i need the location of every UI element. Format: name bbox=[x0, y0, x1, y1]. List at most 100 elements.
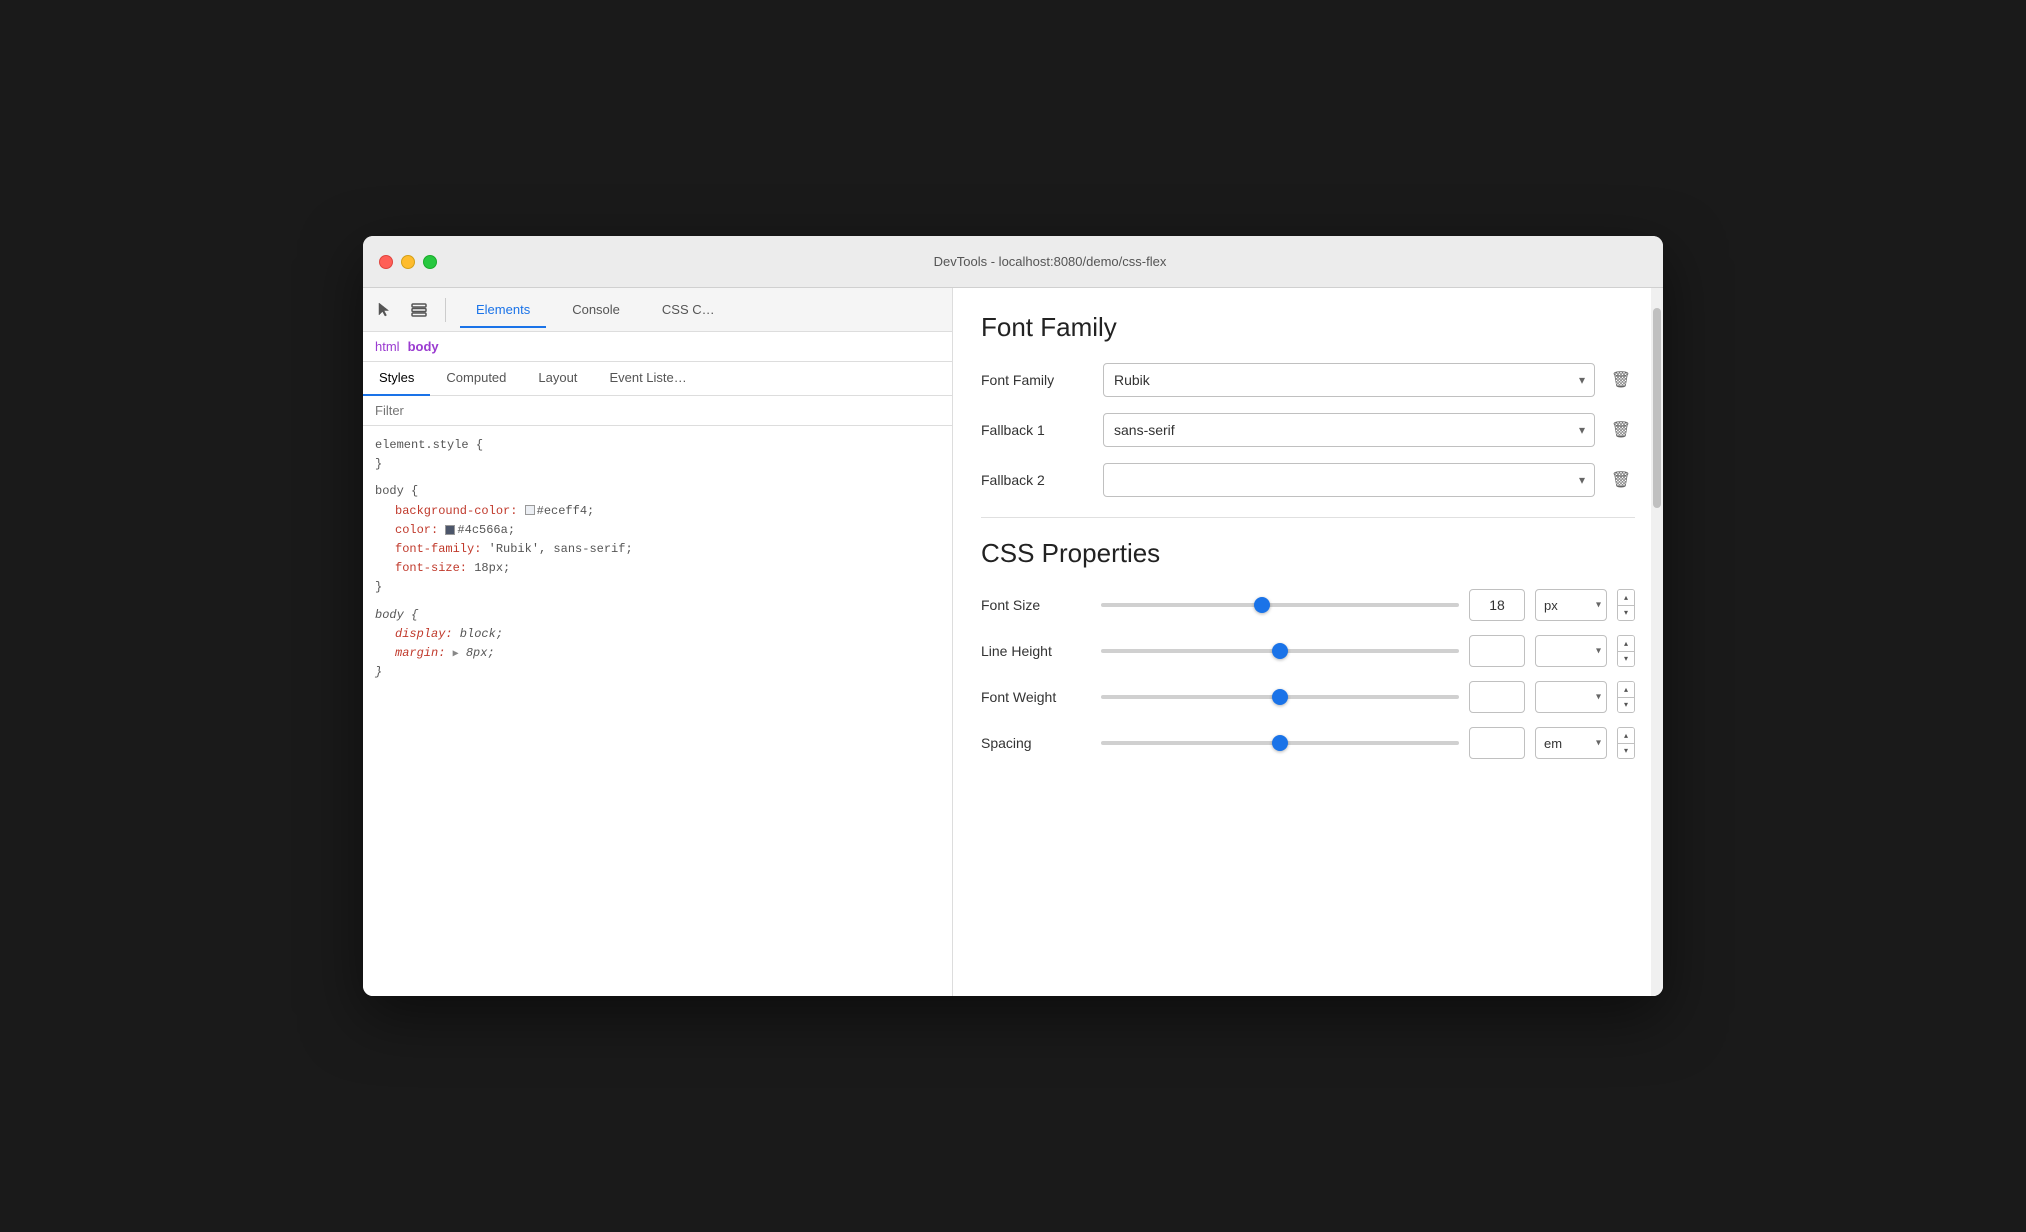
line-height-increment-button[interactable]: ▴ bbox=[1618, 636, 1634, 652]
fallback1-select[interactable]: sans-serif serif monospace bbox=[1103, 413, 1595, 447]
font-weight-increment-button[interactable]: ▴ bbox=[1618, 682, 1634, 698]
left-panel: Elements Console CSS C… html body Styles bbox=[363, 288, 953, 996]
fallback1-select-wrapper: sans-serif serif monospace ▾ bbox=[1103, 413, 1595, 447]
font-family-title: Font Family bbox=[981, 312, 1635, 343]
maximize-button[interactable] bbox=[423, 255, 437, 269]
font-size-input[interactable] bbox=[1469, 589, 1525, 621]
font-size-slider-wrapper[interactable] bbox=[1101, 595, 1459, 615]
tab-elements[interactable]: Elements bbox=[460, 292, 546, 328]
line-height-stepper[interactable]: ▴ ▾ bbox=[1617, 635, 1635, 667]
color-swatch-bg[interactable] bbox=[525, 505, 535, 515]
code-block-body-1: body { background-color: #eceff4; color:… bbox=[375, 482, 940, 597]
fallback2-row: Fallback 2 sans-serif serif ▾ 🗑 bbox=[981, 463, 1635, 497]
line-height-slider-track bbox=[1101, 649, 1459, 653]
scrollbar-track bbox=[1651, 288, 1663, 996]
fallback1-delete-button[interactable]: 🗑 bbox=[1607, 416, 1635, 444]
toolbar-divider bbox=[445, 298, 446, 322]
subtabs: Styles Computed Layout Event Liste… bbox=[363, 362, 952, 396]
line-height-input[interactable] bbox=[1469, 635, 1525, 667]
window-title: DevTools - localhost:8080/demo/css-flex bbox=[453, 254, 1647, 269]
spacing-row: Spacing em px rem ▾ ▴ ▾ bbox=[981, 727, 1635, 759]
tab-console[interactable]: Console bbox=[556, 292, 636, 328]
font-weight-slider-wrapper[interactable] bbox=[1101, 687, 1459, 707]
line-height-unit-select[interactable]: px em bbox=[1535, 635, 1607, 667]
fallback2-select[interactable]: sans-serif serif bbox=[1103, 463, 1595, 497]
right-panel: Font Family Font Family Rubik sans-serif… bbox=[953, 288, 1663, 996]
font-size-increment-button[interactable]: ▴ bbox=[1618, 590, 1634, 606]
line-height-label: Line Height bbox=[981, 643, 1091, 659]
line-height-slider-thumb[interactable] bbox=[1272, 643, 1288, 659]
code-property-margin: margin: ▶ 8px; bbox=[375, 644, 940, 663]
font-family-delete-button[interactable]: 🗑 bbox=[1607, 366, 1635, 394]
close-button[interactable] bbox=[379, 255, 393, 269]
filter-input[interactable] bbox=[375, 403, 940, 418]
fallback2-label: Fallback 2 bbox=[981, 472, 1091, 488]
font-weight-unit-select[interactable]: 100 400 700 bbox=[1535, 681, 1607, 713]
line-height-slider-wrapper[interactable] bbox=[1101, 641, 1459, 661]
font-weight-input[interactable] bbox=[1469, 681, 1525, 713]
code-property-display: display: block; bbox=[375, 625, 940, 644]
devtools-window: DevTools - localhost:8080/demo/css-flex bbox=[363, 236, 1663, 996]
fallback2-delete-button[interactable]: 🗑 bbox=[1607, 466, 1635, 494]
code-area[interactable]: element.style { } body { background-colo… bbox=[363, 426, 952, 996]
spacing-unit-wrapper: em px rem ▾ bbox=[1535, 727, 1607, 759]
line-height-row: Line Height px em ▾ ▴ bbox=[981, 635, 1635, 667]
code-selector-body1: body { bbox=[375, 482, 940, 501]
font-size-slider-thumb[interactable] bbox=[1254, 597, 1270, 613]
code-selector-element: element.style { bbox=[375, 436, 940, 455]
subtab-layout[interactable]: Layout bbox=[522, 362, 593, 396]
font-weight-row: Font Weight 100 400 700 ▾ bbox=[981, 681, 1635, 713]
scrollbar-thumb[interactable] bbox=[1653, 308, 1661, 508]
spacing-label: Spacing bbox=[981, 735, 1091, 751]
subtab-styles[interactable]: Styles bbox=[363, 362, 430, 396]
minimize-button[interactable] bbox=[401, 255, 415, 269]
color-swatch-color[interactable] bbox=[445, 525, 455, 535]
code-selector-body2: body { bbox=[375, 606, 940, 625]
breadcrumb-body[interactable]: body bbox=[408, 339, 439, 354]
spacing-slider-thumb[interactable] bbox=[1272, 735, 1288, 751]
devtools-body: Elements Console CSS C… html body Styles bbox=[363, 288, 1663, 996]
font-size-slider-track bbox=[1101, 603, 1459, 607]
code-close-body2: } bbox=[375, 663, 940, 682]
spacing-decrement-button[interactable]: ▾ bbox=[1618, 744, 1634, 759]
spacing-input[interactable] bbox=[1469, 727, 1525, 759]
line-height-decrement-button[interactable]: ▾ bbox=[1618, 652, 1634, 667]
section-divider bbox=[981, 517, 1635, 518]
code-property-color: color: #4c566a; bbox=[375, 521, 940, 540]
fallback2-select-wrapper: sans-serif serif ▾ bbox=[1103, 463, 1595, 497]
spacing-unit-select[interactable]: em px rem bbox=[1535, 727, 1607, 759]
font-weight-slider-thumb[interactable] bbox=[1272, 689, 1288, 705]
spacing-slider-wrapper[interactable] bbox=[1101, 733, 1459, 753]
code-property-bg: background-color: #eceff4; bbox=[375, 502, 940, 521]
css-properties-title: CSS Properties bbox=[981, 538, 1635, 569]
code-block-element-style: element.style { } bbox=[375, 436, 940, 474]
font-size-row: Font Size px em rem % ▾ bbox=[981, 589, 1635, 621]
font-size-stepper[interactable]: ▴ ▾ bbox=[1617, 589, 1635, 621]
font-weight-decrement-button[interactable]: ▾ bbox=[1618, 698, 1634, 713]
font-size-unit-select[interactable]: px em rem % bbox=[1535, 589, 1607, 621]
breadcrumb-html[interactable]: html bbox=[375, 339, 400, 354]
font-family-row: Font Family Rubik sans-serif serif ▾ 🗑 bbox=[981, 363, 1635, 397]
font-weight-slider-track bbox=[1101, 695, 1459, 699]
titlebar: DevTools - localhost:8080/demo/css-flex bbox=[363, 236, 1663, 288]
font-family-label: Font Family bbox=[981, 372, 1091, 388]
traffic-lights bbox=[379, 255, 437, 269]
font-family-select[interactable]: Rubik sans-serif serif bbox=[1103, 363, 1595, 397]
cursor-icon[interactable] bbox=[373, 298, 397, 322]
fallback1-label: Fallback 1 bbox=[981, 422, 1091, 438]
code-block-body-2: body { display: block; margin: ▶ 8px; } bbox=[375, 606, 940, 683]
font-size-decrement-button[interactable]: ▾ bbox=[1618, 606, 1634, 621]
subtab-event-listeners[interactable]: Event Liste… bbox=[593, 362, 702, 396]
tab-css[interactable]: CSS C… bbox=[646, 292, 731, 328]
filter-bar bbox=[363, 396, 952, 426]
spacing-increment-button[interactable]: ▴ bbox=[1618, 728, 1634, 744]
spacing-stepper[interactable]: ▴ ▾ bbox=[1617, 727, 1635, 759]
fallback1-row: Fallback 1 sans-serif serif monospace ▾ … bbox=[981, 413, 1635, 447]
font-size-unit-wrapper: px em rem % ▾ bbox=[1535, 589, 1607, 621]
code-close-body1: } bbox=[375, 578, 940, 597]
spacing-slider-track bbox=[1101, 741, 1459, 745]
font-weight-stepper[interactable]: ▴ ▾ bbox=[1617, 681, 1635, 713]
layers-icon[interactable] bbox=[407, 298, 431, 322]
breadcrumb: html body bbox=[363, 332, 952, 362]
subtab-computed[interactable]: Computed bbox=[430, 362, 522, 396]
